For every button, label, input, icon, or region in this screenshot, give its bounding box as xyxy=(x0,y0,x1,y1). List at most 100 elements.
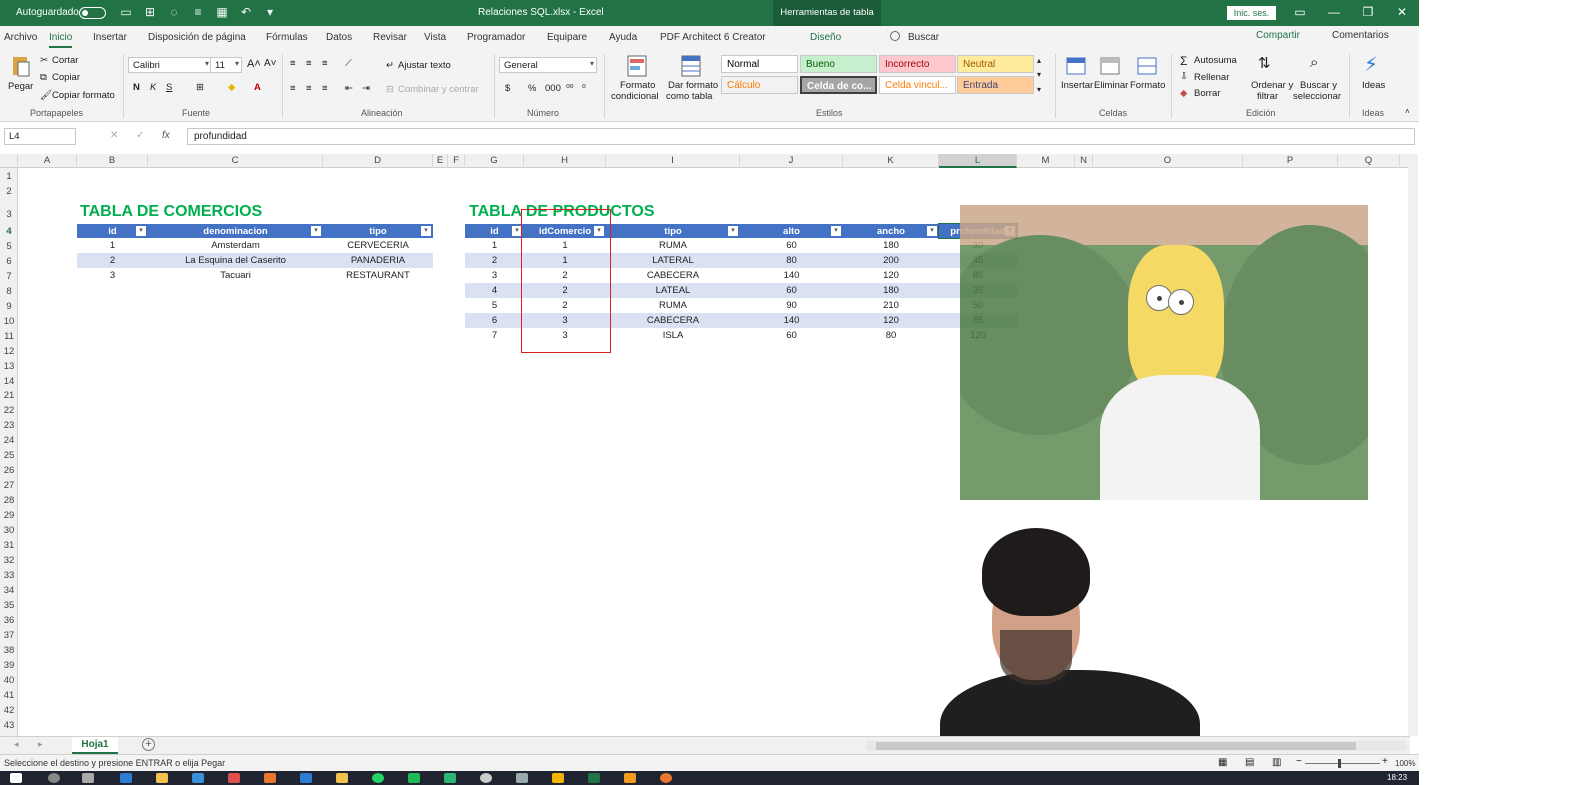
delete-cells-icon[interactable] xyxy=(1099,54,1121,78)
zoom-out-icon[interactable]: − xyxy=(1296,756,1302,767)
find-select-label-1[interactable]: Buscar y xyxy=(1300,80,1337,91)
align-right-icon[interactable]: ≡ xyxy=(322,83,328,94)
find-select-label-2[interactable]: seleccionar xyxy=(1293,91,1341,102)
insert-cells-icon[interactable] xyxy=(1065,54,1087,78)
column-header[interactable]: Q xyxy=(1338,154,1400,168)
table-cell[interactable]: 3 xyxy=(465,268,524,283)
borders-icon[interactable]: ⊞ xyxy=(196,82,204,93)
row-header[interactable]: 7 xyxy=(0,271,18,282)
conditional-format-label-2[interactable]: condicional xyxy=(611,91,659,102)
tab-disposicion[interactable]: Disposición de página xyxy=(148,32,246,43)
row-header[interactable]: 27 xyxy=(0,480,18,491)
autosave-toggle[interactable] xyxy=(79,7,106,19)
table-cell[interactable]: 180 xyxy=(843,283,939,298)
column-header[interactable]: M xyxy=(1017,154,1075,168)
decrease-decimal-icon[interactable]: ⁰ xyxy=(582,83,586,94)
row-header[interactable]: 38 xyxy=(0,645,18,656)
header-cell[interactable]: tipo ▾ xyxy=(323,224,433,238)
sort-filter-label-1[interactable]: Ordenar y xyxy=(1251,80,1293,91)
select-all-corner[interactable] xyxy=(0,154,18,168)
fill-icon[interactable]: ⇩ xyxy=(1180,71,1188,82)
currency-icon[interactable]: $ xyxy=(505,83,510,94)
styles-scroll-down-icon[interactable]: ▾ xyxy=(1037,70,1041,79)
column-header[interactable]: I xyxy=(606,154,740,168)
autosum-button[interactable]: Autosuma xyxy=(1194,55,1237,66)
orientation-icon[interactable]: ⟋ xyxy=(345,58,352,69)
task-view-icon[interactable] xyxy=(82,773,94,783)
row-header[interactable]: 34 xyxy=(0,585,18,596)
excel-taskbar-icon[interactable] xyxy=(588,773,600,783)
font-size-select[interactable]: 11 xyxy=(210,57,242,73)
align-left-icon[interactable]: ≡ xyxy=(290,83,296,94)
filter-dropdown-icon[interactable]: ▾ xyxy=(311,226,321,236)
app-icon[interactable] xyxy=(408,773,420,783)
increase-decimal-icon[interactable]: ⁰⁰ xyxy=(566,83,574,94)
app-icon[interactable] xyxy=(624,773,636,783)
row-header[interactable]: 32 xyxy=(0,555,18,566)
table-cell[interactable]: 200 xyxy=(843,253,939,268)
column-header-selected[interactable]: L xyxy=(939,154,1017,168)
column-header[interactable]: E xyxy=(433,154,448,168)
table-cell[interactable]: RUMA xyxy=(606,298,740,313)
style-calculo[interactable]: Cálculo xyxy=(721,76,798,94)
table-cell[interactable]: 80 xyxy=(740,253,843,268)
column-header[interactable]: B xyxy=(77,154,148,168)
format-as-table-label-1[interactable]: Dar formato xyxy=(668,80,718,91)
row-header[interactable]: 36 xyxy=(0,615,18,626)
table-cell[interactable]: LATEAL xyxy=(606,283,740,298)
app-icon[interactable] xyxy=(336,773,348,783)
table-cell[interactable]: LATERAL xyxy=(606,253,740,268)
row-header[interactable]: 31 xyxy=(0,540,18,551)
table-icon[interactable]: ⊞ xyxy=(142,5,158,19)
column-header[interactable]: F xyxy=(448,154,465,168)
row-header[interactable]: 35 xyxy=(0,600,18,611)
table-cell[interactable]: 140 xyxy=(740,313,843,328)
row-header[interactable]: 42 xyxy=(0,705,18,716)
insert-cells-button[interactable]: Insertar xyxy=(1061,80,1093,91)
paste-icon[interactable] xyxy=(10,54,32,78)
delete-cells-button[interactable]: Eliminar xyxy=(1094,80,1128,91)
filter-dropdown-icon[interactable]: ▾ xyxy=(927,226,937,236)
table-cell[interactable]: 120 xyxy=(843,268,939,283)
wrap-text-icon[interactable]: ↵ xyxy=(386,60,394,71)
prev-sheet-icon[interactable]: ◂ xyxy=(14,739,19,750)
whatsapp-icon[interactable] xyxy=(372,773,384,783)
header-cell[interactable]: id ▾ xyxy=(77,224,148,238)
filter-dropdown-icon[interactable]: ▾ xyxy=(136,226,146,236)
app-icon[interactable] xyxy=(480,773,492,783)
column-header[interactable]: D xyxy=(323,154,433,168)
wrap-text-button[interactable]: Ajustar texto xyxy=(398,60,451,71)
style-normal[interactable]: Normal xyxy=(721,55,798,73)
underline-icon[interactable]: S xyxy=(166,82,172,93)
styles-scroll-up-icon[interactable]: ▴ xyxy=(1037,56,1041,65)
style-incorrecto[interactable]: Incorrecto xyxy=(879,55,956,73)
clear-button[interactable]: Borrar xyxy=(1194,88,1220,99)
signin-button[interactable]: Inic. ses. xyxy=(1227,6,1276,20)
comments-button[interactable]: Comentarios xyxy=(1332,30,1389,41)
column-header[interactable]: J xyxy=(740,154,843,168)
table-cell[interactable]: La Esquina del Caserito xyxy=(148,253,323,268)
row-header[interactable]: 43 xyxy=(0,720,18,731)
app-icon[interactable] xyxy=(444,773,456,783)
ideas-icon[interactable]: ⚡ xyxy=(1364,52,1378,77)
column-header[interactable]: C xyxy=(148,154,323,168)
table-cell[interactable]: 80 xyxy=(843,328,939,343)
row-header[interactable]: 21 xyxy=(0,390,18,401)
app-icon[interactable] xyxy=(228,773,240,783)
format-cells-button[interactable]: Formato xyxy=(1130,80,1165,91)
copy-button[interactable]: Copiar xyxy=(52,72,80,83)
app-icon[interactable] xyxy=(192,773,204,783)
table-cell[interactable]: ISLA xyxy=(606,328,740,343)
close-icon[interactable]: ✕ xyxy=(1393,5,1411,19)
tab-vista[interactable]: Vista xyxy=(424,32,446,43)
start-icon[interactable] xyxy=(10,773,22,783)
redo-icon[interactable]: ▾ xyxy=(262,5,278,19)
merge-icon[interactable]: ⊟ xyxy=(386,84,394,95)
cancel-icon[interactable]: ✕ xyxy=(110,130,118,141)
table-cell[interactable]: 1 xyxy=(465,238,524,253)
row-header[interactable]: 9 xyxy=(0,301,18,312)
shrink-font-icon[interactable]: A˅ xyxy=(264,58,277,69)
app-icon[interactable] xyxy=(660,773,672,783)
tab-equipare[interactable]: Equipare xyxy=(547,32,587,43)
bold-icon[interactable]: N xyxy=(133,82,140,93)
